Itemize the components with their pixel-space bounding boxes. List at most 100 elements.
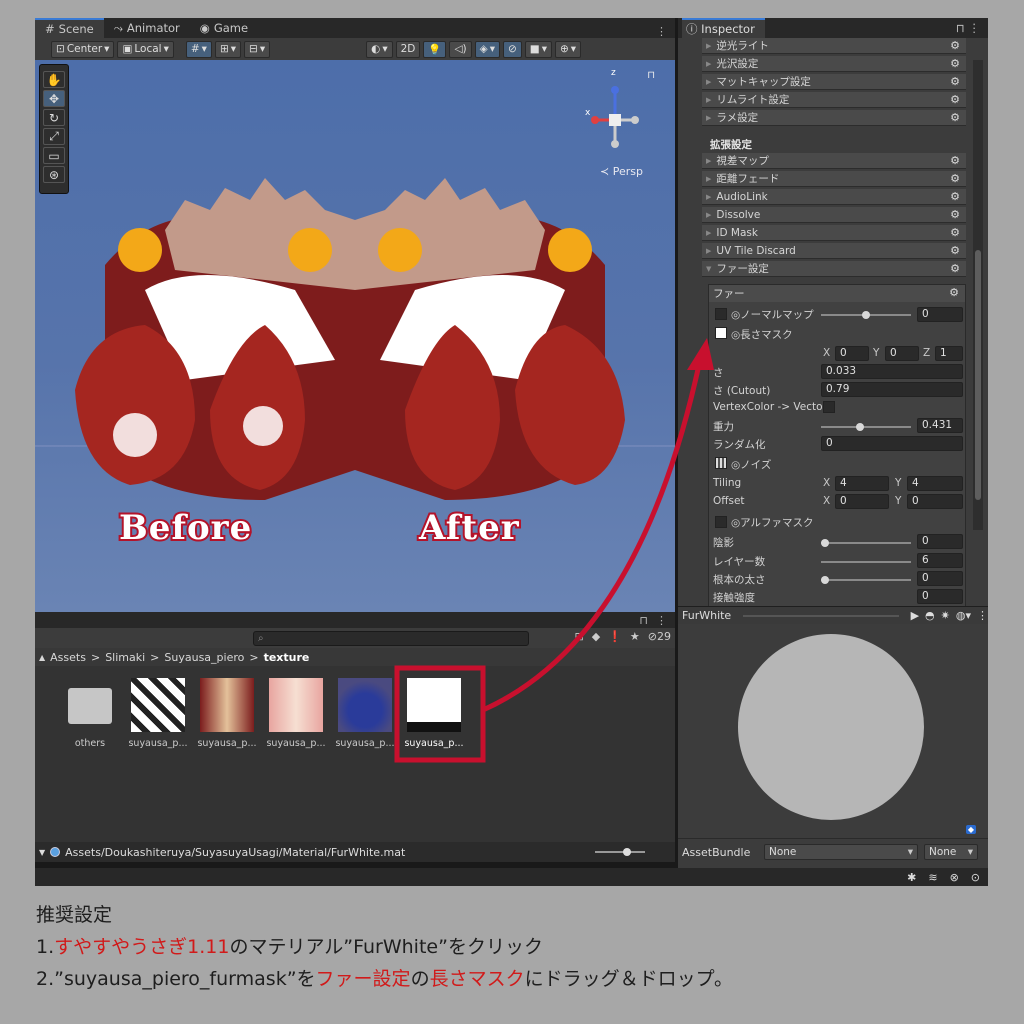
breadcrumb-current[interactable]: texture: [264, 651, 310, 664]
section-uv-tile-discard[interactable]: UV Tile Discard⚙: [702, 243, 966, 259]
tab-game[interactable]: ◉ Game: [190, 18, 258, 38]
root-width-field[interactable]: 0: [917, 571, 963, 586]
lock-icon[interactable]: ⊓: [639, 614, 648, 627]
touch-strength-field[interactable]: 0: [917, 589, 963, 604]
layer-count-slider[interactable]: [821, 561, 911, 563]
section-parallax[interactable]: 視差マップ⚙: [702, 153, 966, 169]
asset-texture[interactable]: suyausa_p...: [125, 678, 191, 758]
gravity-field[interactable]: 0.431: [917, 418, 963, 433]
breadcrumb-item[interactable]: Assets: [50, 651, 86, 664]
shadow-slider[interactable]: [821, 539, 911, 547]
tag-icon[interactable]: ◆: [965, 825, 976, 834]
snap-increment-button[interactable]: ⊞ ▾: [214, 40, 242, 58]
slider-handle[interactable]: [821, 539, 829, 547]
scale-tool-icon[interactable]: ⤢: [43, 128, 65, 145]
shadow-field[interactable]: 0: [917, 534, 963, 549]
gear-icon[interactable]: ⚙: [950, 154, 960, 167]
gear-icon[interactable]: ⚙: [950, 172, 960, 185]
light-toggle-icon[interactable]: ✷: [941, 609, 950, 622]
rect-tool-icon[interactable]: ▭: [43, 147, 65, 164]
section-gloss[interactable]: 光沢設定⚙: [702, 56, 966, 72]
thumbnail-size-slider[interactable]: [595, 848, 645, 856]
assetbundle-dropdown[interactable]: None: [764, 844, 918, 860]
transform-tool-icon[interactable]: ⊛: [43, 166, 65, 183]
grid-snap-button[interactable]: # ▾: [185, 40, 212, 58]
gizmos-dropdown[interactable]: ⊕ ▾: [554, 40, 582, 58]
perspective-label[interactable]: ≺ Persp: [600, 165, 643, 178]
hidden-count-badge[interactable]: ⊘29: [648, 630, 671, 643]
section-fur-settings[interactable]: ファー設定⚙: [702, 261, 966, 277]
inspector-scrollbar[interactable]: [973, 60, 983, 530]
slider-handle[interactable]: [856, 423, 865, 431]
vector-z-field[interactable]: 1: [935, 346, 963, 361]
preview-shape-icon[interactable]: ◓: [925, 609, 935, 622]
more-menu-icon[interactable]: ⋮: [656, 25, 675, 38]
gear-icon[interactable]: ⚙: [950, 226, 960, 239]
noise-texture-slot[interactable]: [715, 457, 727, 469]
fur-cutout-field[interactable]: 0.79: [821, 382, 963, 397]
visibility-toggle[interactable]: ⊘: [502, 40, 522, 58]
more-menu-icon[interactable]: ⋮: [977, 609, 988, 622]
tab-animator[interactable]: ⤳ Animator: [104, 18, 190, 38]
camera-dropdown[interactable]: ■ ▾: [524, 40, 552, 58]
vertex-color-checkbox[interactable]: [823, 401, 835, 413]
more-menu-icon[interactable]: ⋮: [656, 614, 667, 627]
randomize-field[interactable]: 0: [821, 436, 963, 451]
vector-x-field[interactable]: 0: [835, 346, 869, 361]
asset-folder-others[interactable]: others: [57, 678, 123, 758]
gear-icon[interactable]: ⚙: [950, 244, 960, 257]
hand-tool-icon[interactable]: ✋: [43, 71, 65, 88]
section-rimlight[interactable]: リムライト設定⚙: [702, 92, 966, 108]
slider-handle[interactable]: [862, 311, 870, 319]
gear-icon[interactable]: ⚙: [950, 93, 960, 106]
section-backlight[interactable]: 逆光ライト⚙: [702, 38, 966, 54]
layer-count-field[interactable]: 6: [917, 553, 963, 568]
gravity-slider[interactable]: [821, 423, 911, 431]
fur-length-field[interactable]: 0.033: [821, 364, 963, 379]
section-dissolve[interactable]: Dissolve⚙: [702, 207, 966, 223]
gear-icon[interactable]: ⚙: [950, 190, 960, 203]
play-icon[interactable]: ▶: [911, 609, 919, 622]
pivot-dropdown[interactable]: ⊡ Center ▾: [51, 40, 115, 58]
scrollbar-thumb[interactable]: [975, 250, 981, 500]
info-icon[interactable]: ❗: [608, 630, 622, 643]
gear-icon[interactable]: ⚙: [950, 39, 960, 52]
gear-icon[interactable]: ⚙: [949, 286, 959, 299]
slider-handle[interactable]: [623, 848, 631, 856]
tab-scene[interactable]: # Scene: [35, 18, 104, 38]
vector-y-field[interactable]: 0: [885, 346, 919, 361]
asset-texture[interactable]: suyausa_p...: [263, 678, 329, 758]
material-preview[interactable]: ◆: [678, 624, 988, 838]
search-input[interactable]: ⌕: [253, 631, 529, 646]
slider-handle[interactable]: [821, 576, 829, 584]
tiling-y-field[interactable]: 4: [907, 476, 963, 491]
rotate-tool-icon[interactable]: ↻: [43, 109, 65, 126]
assetbundle-variant-dropdown[interactable]: None: [924, 844, 978, 860]
asset-texture-furmask[interactable]: suyausa_p...: [401, 678, 467, 758]
lock-icon[interactable]: ⊓ ⋮: [956, 21, 988, 35]
section-audiolink[interactable]: AudioLink⚙: [702, 189, 966, 205]
breadcrumb-item[interactable]: Slimaki: [105, 651, 145, 664]
star-icon[interactable]: ★: [630, 630, 640, 643]
offset-x-field[interactable]: 0: [835, 494, 889, 509]
audio-toggle[interactable]: ◁): [449, 40, 472, 58]
preview-mesh-dropdown[interactable]: ◍▾: [956, 609, 971, 622]
move-tool-icon[interactable]: ✥: [43, 90, 65, 107]
offset-y-field[interactable]: 0: [907, 494, 963, 509]
ruler-button[interactable]: ⊟ ▾: [244, 40, 271, 58]
lighting-toggle[interactable]: 💡: [423, 40, 447, 58]
tiling-x-field[interactable]: 4: [835, 476, 889, 491]
alpha-mask-texture-slot[interactable]: [715, 516, 727, 528]
asset-texture[interactable]: suyausa_p...: [194, 678, 260, 758]
collab-icon[interactable]: ⊗: [950, 871, 959, 884]
gear-icon[interactable]: ⚙: [950, 262, 960, 275]
normal-map-texture-slot[interactable]: [715, 308, 727, 320]
length-mask-texture-slot[interactable]: [715, 327, 727, 339]
normal-map-field[interactable]: 0: [917, 307, 963, 322]
space-dropdown[interactable]: ▣ Local ▾: [117, 40, 174, 58]
normal-map-slider[interactable]: [821, 311, 911, 319]
mode-2d-button[interactable]: 2D: [395, 40, 421, 58]
tab-inspector[interactable]: ⓘ Inspector: [682, 18, 765, 38]
section-glitter[interactable]: ラメ設定⚙: [702, 110, 966, 126]
scene-viewport[interactable]: ✋ ✥ ↻ ⤢ ▭ ⊛ ⊓ z x ≺ Persp Before After: [35, 60, 675, 612]
